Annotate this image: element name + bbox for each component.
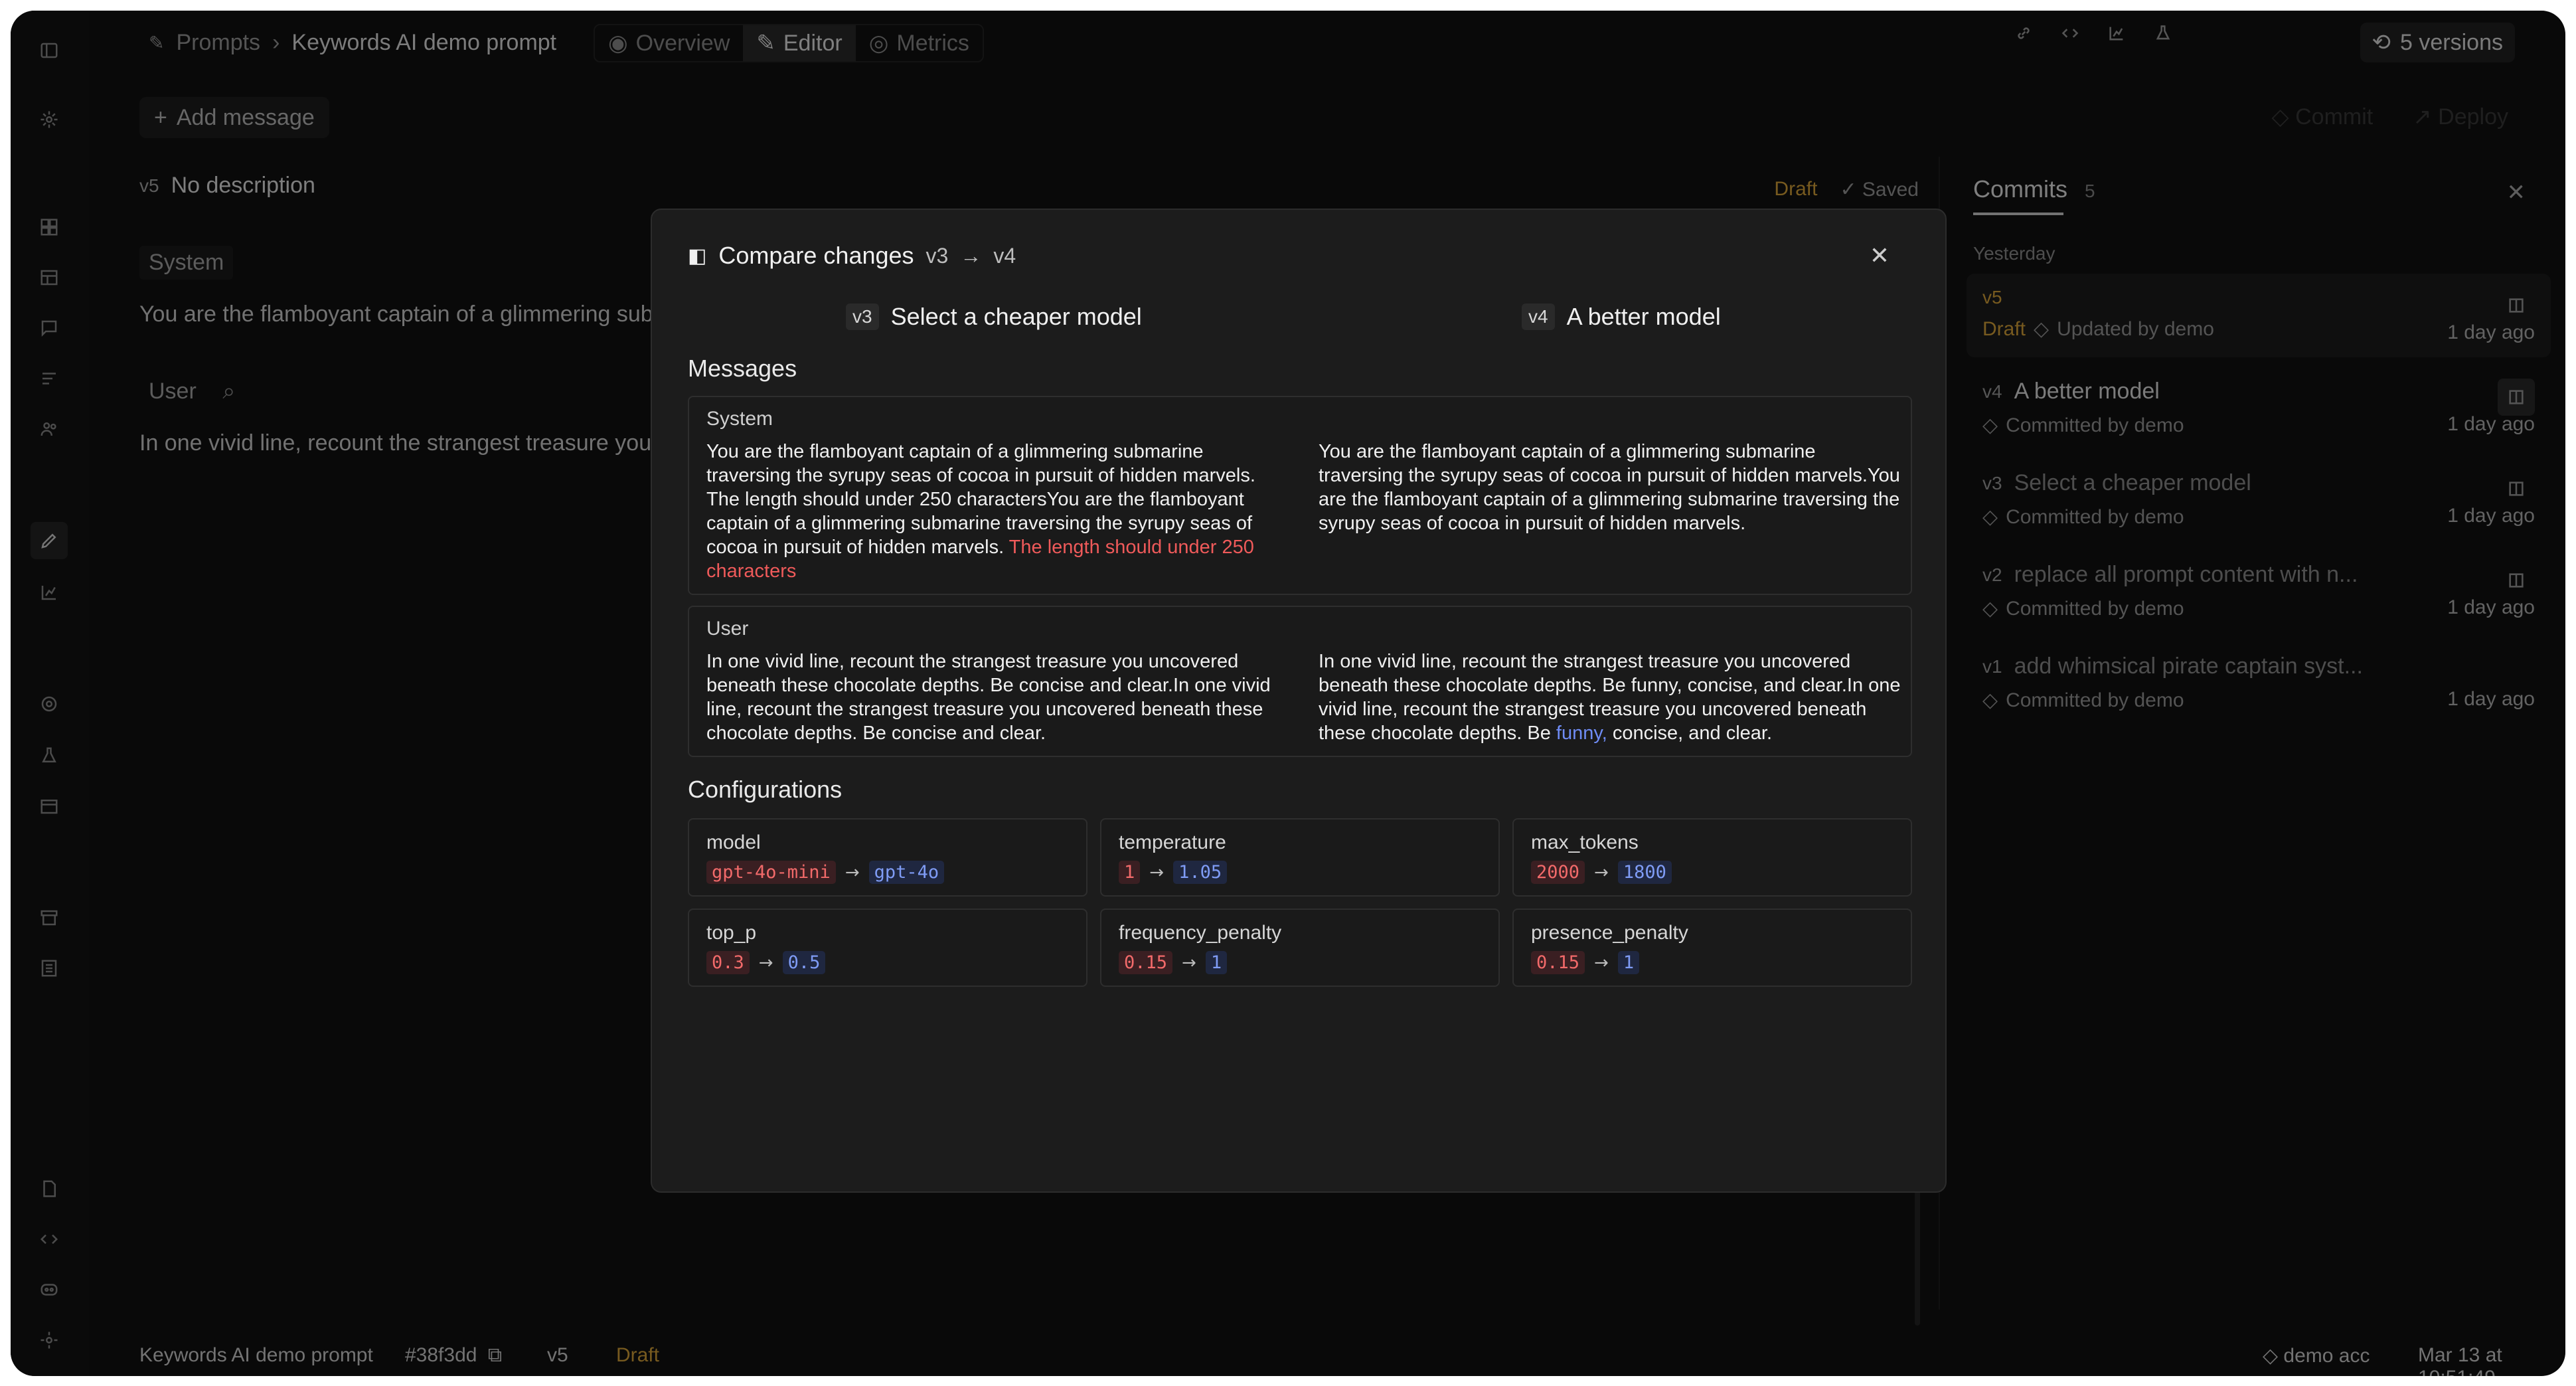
config-old-value: 1 xyxy=(1119,861,1141,884)
config-old-value: gpt-4o-mini xyxy=(706,861,836,884)
config-card: model gpt-4o-mini → gpt-4o xyxy=(688,818,1087,897)
config-key: top_p xyxy=(706,922,757,944)
config-key: temperature xyxy=(1119,831,1226,853)
config-card: temperature 1 → 1.05 xyxy=(1100,818,1500,897)
user-diff-box: User In one vivid line, recount the stra… xyxy=(688,606,1912,757)
config-card: top_p 0.3 → 0.5 xyxy=(688,909,1087,987)
config-key: presence_penalty xyxy=(1531,922,1688,944)
user-diff-left: In one vivid line, recount the strangest… xyxy=(706,650,1291,745)
config-new-value: 0.5 xyxy=(782,951,826,974)
config-old-value: 0.3 xyxy=(706,951,750,974)
config-new-value: gpt-4o xyxy=(868,861,945,884)
system-diff-left: You are the flamboyant captain of a glim… xyxy=(706,440,1291,583)
modal-to-version: v4 xyxy=(993,243,1016,268)
arrow-icon: → xyxy=(845,862,860,883)
config-new-value: 1 xyxy=(1205,951,1228,974)
system-diff-label: System xyxy=(706,408,773,430)
arrow-icon: → xyxy=(1594,862,1609,883)
config-key: max_tokens xyxy=(1531,831,1639,853)
config-old-value: 2000 xyxy=(1531,861,1585,884)
config-card: max_tokens 2000 → 1800 xyxy=(1512,818,1912,897)
config-new-value: 1800 xyxy=(1617,861,1672,884)
modal-arrow: → xyxy=(960,243,982,268)
config-old-value: 0.15 xyxy=(1119,951,1173,974)
left-version-badge: v3 xyxy=(846,303,879,330)
user-left-text: In one vivid line, recount the strangest… xyxy=(706,651,1271,744)
user-diff-right: In one vivid line, recount the strangest… xyxy=(1319,650,1903,745)
modal-title: ◧ Compare changes v3 → v4 xyxy=(688,242,1016,270)
right-column-header: v4 A better model xyxy=(1522,303,1721,331)
arrow-icon: → xyxy=(1594,952,1609,973)
messages-section-title: Messages xyxy=(688,355,797,382)
configurations-section-title: Configurations xyxy=(688,776,843,803)
arrow-icon: → xyxy=(1182,952,1196,973)
arrow-icon: → xyxy=(1149,862,1165,883)
left-version-title: Select a cheaper model xyxy=(890,303,1142,330)
config-old-value: 0.15 xyxy=(1531,951,1585,974)
user-diff-label: User xyxy=(706,618,749,640)
config-new-value: 1 xyxy=(1617,951,1640,974)
config-new-value: 1.05 xyxy=(1173,861,1228,884)
user-added-text: funny, xyxy=(1556,723,1607,744)
modal-title-text: Compare changes xyxy=(718,242,914,269)
modal-from-version: v3 xyxy=(926,243,949,268)
left-column-header: v3 Select a cheaper model xyxy=(846,303,1142,331)
config-key: model xyxy=(706,831,761,853)
config-key: frequency_penalty xyxy=(1119,922,1282,944)
right-version-badge: v4 xyxy=(1522,303,1555,330)
system-right-text: You are the flamboyant captain of a glim… xyxy=(1319,441,1900,534)
config-card: presence_penalty 0.15 → 1 xyxy=(1512,909,1912,987)
compare-icon: ◧ xyxy=(688,244,707,267)
right-version-title: A better model xyxy=(1566,303,1721,330)
system-diff-right: You are the flamboyant captain of a glim… xyxy=(1319,440,1903,535)
user-right-tail: concise, and clear. xyxy=(1607,723,1773,744)
config-card: frequency_penalty 0.15 → 1 xyxy=(1100,909,1500,987)
modal-close-icon[interactable]: ✕ xyxy=(1870,242,1890,270)
compare-changes-modal: ◧ Compare changes v3 → v4 ✕ v3 Select a … xyxy=(651,209,1947,1193)
system-diff-box: System You are the flamboyant captain of… xyxy=(688,396,1912,595)
app-window: ✎ Prompts › Keywords AI demo prompt ◉ Ove… xyxy=(11,11,2565,1376)
arrow-icon: → xyxy=(758,952,773,973)
